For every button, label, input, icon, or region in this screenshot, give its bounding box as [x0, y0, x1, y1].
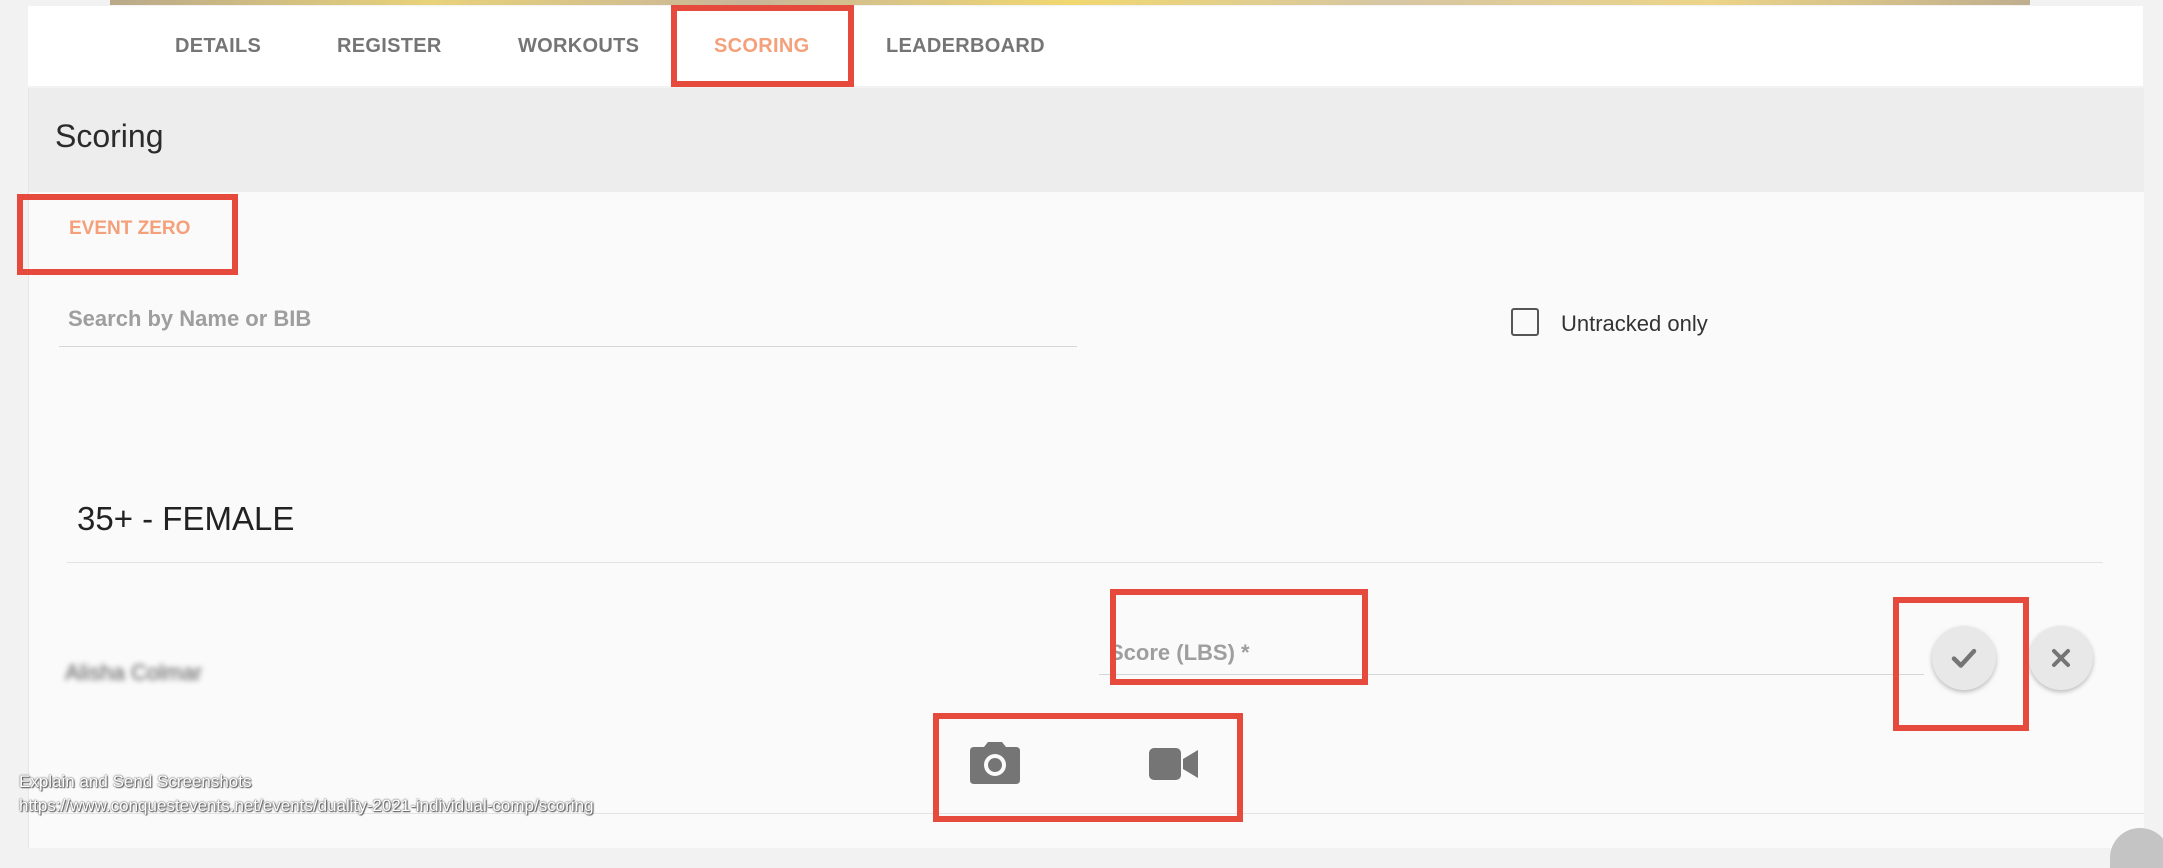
page-title: Scoring	[55, 118, 164, 154]
search-input[interactable]	[66, 300, 1070, 338]
cancel-score-button[interactable]	[2029, 626, 2093, 690]
untracked-only-checkbox[interactable]	[1511, 308, 1539, 336]
card-header: Scoring	[29, 88, 2144, 192]
event-tab-event-zero[interactable]: EVENT ZERO	[69, 218, 190, 240]
tab-workouts[interactable]: WORKOUTS	[518, 6, 639, 86]
tab-scoring[interactable]: SCORING	[714, 6, 809, 86]
tab-leaderboard[interactable]: LEADERBOARD	[886, 6, 1045, 86]
close-icon	[2052, 649, 2070, 667]
header-banner-strip	[110, 0, 2030, 5]
score-field	[1099, 628, 1924, 675]
division-divider	[67, 562, 2103, 563]
tab-details[interactable]: DETAILS	[175, 6, 261, 86]
score-input[interactable]	[1107, 634, 1911, 672]
page-url: https://www.conquestevents.net/events/du…	[19, 796, 594, 815]
search-field	[59, 288, 1077, 347]
untracked-only-label: Untracked only	[1561, 311, 1708, 336]
scoring-card: Scoring EVENT ZERO Untracked only 35+ - …	[28, 88, 2144, 848]
camera-icon	[970, 742, 1020, 784]
upload-video-button[interactable]	[1149, 746, 1199, 782]
event-nav: DETAILS REGISTER WORKOUTS SCORING LEADER…	[28, 6, 2143, 86]
video-camera-icon	[1149, 748, 1198, 780]
athlete-name: Alisha Colmar	[65, 660, 202, 685]
screenshot-caption: Explain and Send Screenshots	[19, 772, 252, 791]
tab-register[interactable]: REGISTER	[337, 6, 442, 86]
check-icon	[1951, 648, 1977, 668]
confirm-score-button[interactable]	[1932, 626, 1996, 690]
upload-photo-button[interactable]	[969, 741, 1021, 785]
division-title: 35+ - FEMALE	[77, 500, 295, 537]
